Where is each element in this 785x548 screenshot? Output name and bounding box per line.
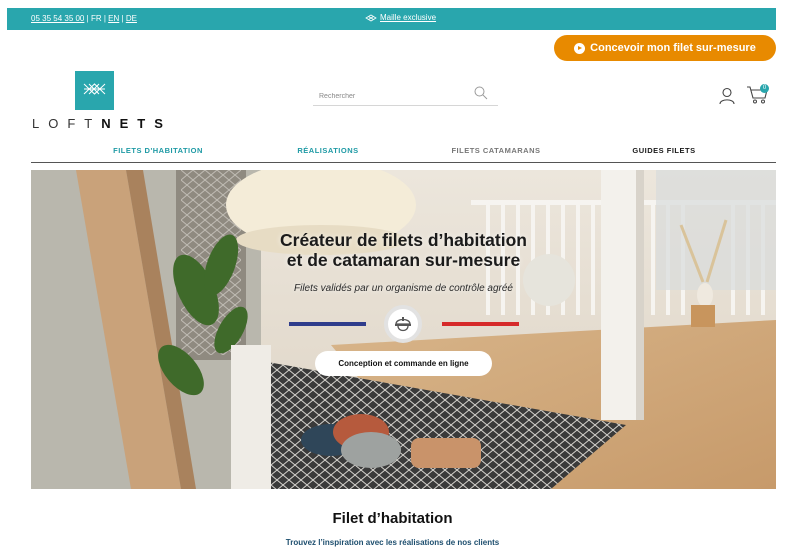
separator: | (86, 14, 89, 23)
cart-count-badge: 0 (760, 84, 769, 93)
net-logo-icon (83, 83, 106, 95)
hero-title-line2: et de catamaran sur-mesure (286, 250, 521, 270)
design-net-button[interactable]: Concevoir mon filet sur-mesure (554, 35, 776, 61)
top-bar: 05 35 54 35 00 | FR | EN | DE Maille exc… (7, 8, 776, 30)
separator: | (121, 14, 124, 23)
promo-label: Maille exclusive (380, 13, 437, 22)
flag-stripe-blue (289, 322, 366, 326)
contact-lang-links: 05 35 54 35 00 | FR | EN | DE (31, 14, 137, 23)
nav-realisations[interactable]: RÉALISATIONS (297, 146, 358, 155)
brand-wordmark-part1: LOFT (32, 116, 102, 131)
search-bar (313, 84, 498, 106)
lang-de[interactable]: DE (126, 14, 137, 23)
search-icon[interactable] (474, 86, 488, 100)
brand-wordmark-part2: NETS (101, 116, 172, 131)
lang-fr[interactable]: FR (91, 14, 102, 23)
lang-en[interactable]: EN (108, 14, 119, 23)
nav-filets-habitation[interactable]: FILETS D'HABITATION (113, 146, 203, 155)
hero-title-line1: Créateur de filets d’habitation (280, 230, 527, 250)
mesh-icon (365, 14, 377, 21)
certification-seal (384, 305, 422, 343)
online-design-badge[interactable]: Conception et commande en ligne (315, 351, 492, 376)
hero-banner: Créateur de filets d’habitation et de ca… (31, 170, 776, 489)
design-net-button-label: Concevoir mon filet sur-mesure (590, 42, 756, 54)
section-subtitle: Trouvez l’inspiration avec les réalisati… (285, 538, 500, 547)
arrow-circle-icon (574, 42, 586, 54)
main-nav: FILETS D'HABITATION RÉALISATIONS FILETS … (31, 140, 776, 163)
brand-wordmark[interactable]: LOFTNETS (32, 116, 172, 131)
hero-subtitle: Filets validés par un organisme de contr… (293, 283, 513, 294)
flag-stripe-red (442, 322, 519, 326)
inspector-helmet-icon (395, 317, 411, 332)
section-title: Filet d’habitation (332, 510, 453, 527)
promo-link[interactable]: Maille exclusive (365, 13, 436, 22)
phone-link[interactable]: 05 35 54 35 00 (31, 14, 84, 23)
nav-guides-filets[interactable]: GUIDES FILETS (632, 146, 695, 155)
account-icon[interactable] (719, 87, 735, 105)
logo-mark[interactable] (75, 71, 114, 110)
nav-filets-catamarans[interactable]: FILETS CATAMARANS (451, 146, 540, 155)
separator: | (103, 14, 106, 23)
search-input[interactable] (313, 88, 468, 104)
